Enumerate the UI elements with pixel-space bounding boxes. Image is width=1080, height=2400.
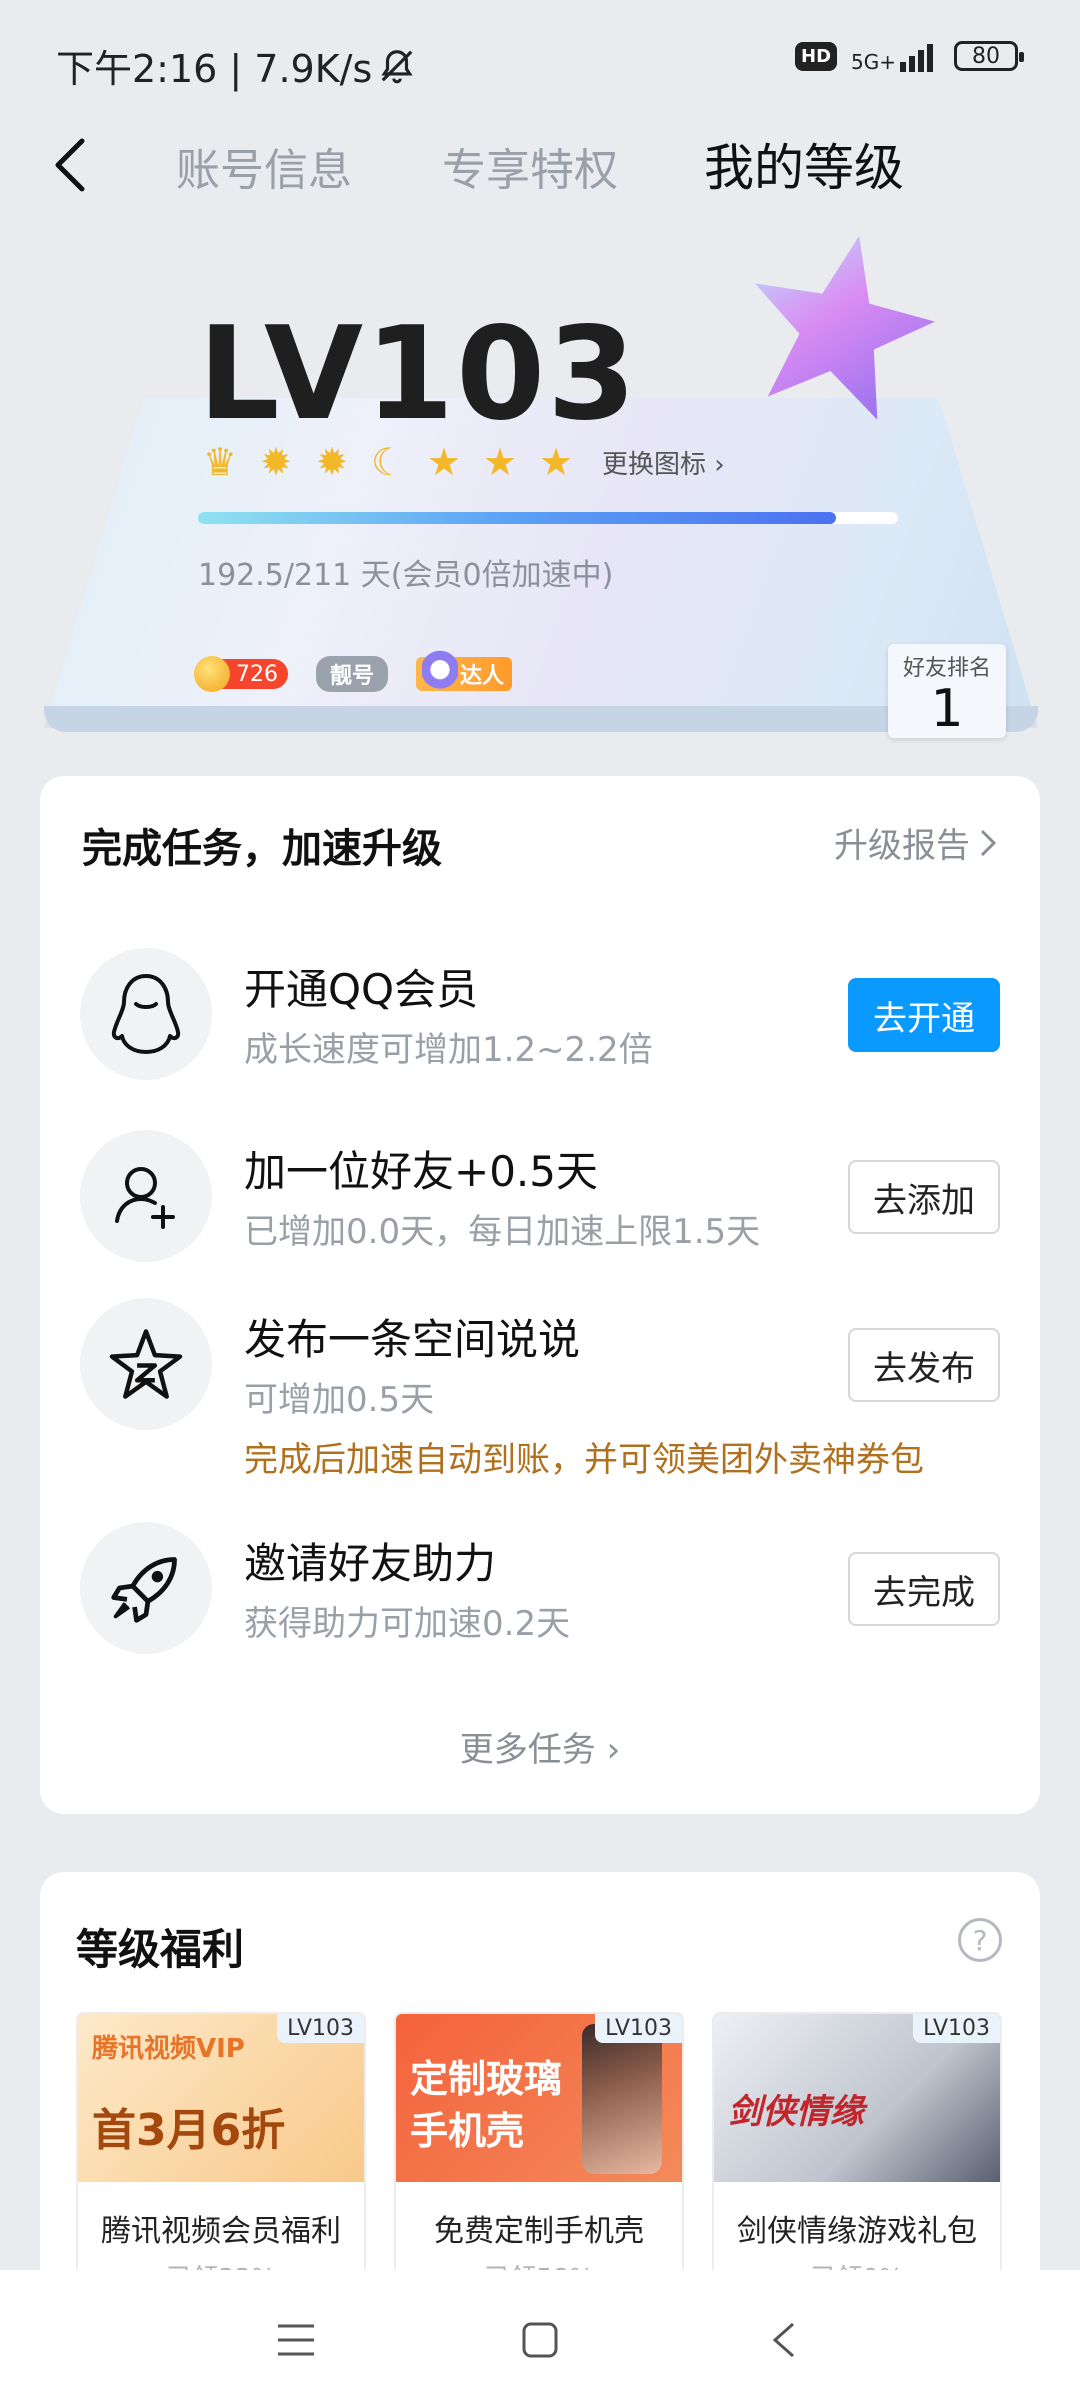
benefit-level-tag: LV103 bbox=[277, 2014, 364, 2043]
friend-rank-box[interactable]: 好友排名 1 bbox=[888, 644, 1006, 738]
task-icon bbox=[80, 1522, 212, 1654]
task-title: 邀请好友助力 bbox=[244, 1539, 497, 1588]
task-item: 开通QQ会员 成长速度可增加1.2~2.2倍 去开通 bbox=[80, 948, 1000, 1088]
upgrade-report-label: 升级报告 bbox=[834, 826, 970, 866]
task-subtitle: 可增加0.5天 bbox=[244, 1380, 435, 1420]
chevron-left-icon bbox=[55, 138, 85, 192]
menu-icon bbox=[278, 2324, 314, 2356]
coin-badge[interactable]: 726 bbox=[194, 656, 288, 692]
task-title: 开通QQ会员 bbox=[244, 965, 479, 1014]
task-item: 发布一条空间说说 可增加0.5天 完成后加速自动到账，并可领美团外卖神券包 去发… bbox=[80, 1298, 1000, 1498]
benefit-image-line2: 首3月6折 bbox=[92, 2105, 286, 2156]
benefit-item[interactable]: 剑侠情缘 LV103 剑侠情缘游戏礼包 已领0% bbox=[712, 2012, 1002, 2292]
task-item: 加一位好友+0.5天 已增加0.0天，每日加速上限1.5天 去添加 bbox=[80, 1130, 1000, 1270]
level-progress-text: 192.5/211 天(会员0倍加速中) bbox=[198, 558, 614, 593]
status-bar: 下午2:16 | 7.9K/s HD 5G+ 80 bbox=[0, 0, 1080, 120]
benefit-image: 定制玻璃 手机壳 LV103 bbox=[396, 2014, 682, 2182]
moon-icon: ☾ bbox=[370, 440, 406, 484]
upgrade-report-link[interactable]: 升级报告 bbox=[834, 818, 998, 867]
signal-icon bbox=[900, 44, 933, 72]
back-triangle-icon bbox=[772, 2322, 794, 2358]
task-icon bbox=[80, 1298, 212, 1430]
task-subtitle: 获得助力可加速0.2天 bbox=[244, 1604, 571, 1644]
star-outline-icon bbox=[109, 1329, 183, 1399]
change-icon-link[interactable]: 更换图标 › bbox=[602, 444, 725, 481]
status-time: 下午2:16 | 7.9K/s bbox=[56, 38, 416, 93]
post-moment-button[interactable]: 去发布 bbox=[848, 1328, 1000, 1402]
home-square-icon bbox=[522, 2322, 558, 2358]
penguin-icon bbox=[111, 974, 181, 1054]
liang-badge[interactable]: 靓号 bbox=[316, 656, 389, 692]
task-icon bbox=[80, 1130, 212, 1262]
level-progress-bar bbox=[198, 512, 898, 524]
more-tasks-link[interactable]: 更多任务 › bbox=[40, 1722, 1040, 1771]
tab-my-level[interactable]: 我的等级 bbox=[704, 128, 904, 200]
rank-label: 好友排名 bbox=[902, 656, 991, 681]
benefit-image: 剑侠情缘 LV103 bbox=[714, 2014, 1000, 2182]
task-promo-text: 完成后加速自动到账，并可领美团外卖神券包 bbox=[244, 1440, 924, 1480]
rocket-icon bbox=[111, 1557, 177, 1623]
benefit-level-tag: LV103 bbox=[913, 2014, 1000, 2043]
hd-badge: HD bbox=[795, 41, 838, 71]
level-icons-row: ♛ ✹ ✹ ☾ ★ ★ ★ 更换图标 › bbox=[198, 440, 725, 484]
invite-friend-button[interactable]: 去完成 bbox=[848, 1552, 1000, 1626]
task-subtitle: 已增加0.0天，每日加速上限1.5天 bbox=[244, 1212, 761, 1252]
rank-value: 1 bbox=[930, 679, 964, 739]
signal-indicator: 5G+ bbox=[851, 40, 940, 72]
benefit-image-line1: 腾讯视频VIP bbox=[92, 2034, 245, 2064]
network-type: 5G+ bbox=[851, 50, 896, 74]
benefits-title: 等级福利 bbox=[76, 1925, 245, 1974]
tab-privileges[interactable]: 专享特权 bbox=[442, 134, 618, 198]
chevron-right-icon bbox=[980, 829, 997, 856]
status-indicators: HD 5G+ 80 bbox=[795, 40, 1024, 72]
coin-icon bbox=[194, 656, 230, 692]
tasks-title: 完成任务，加速升级 bbox=[82, 826, 442, 872]
task-icon bbox=[80, 948, 212, 1080]
question-circle-icon[interactable]: ? bbox=[958, 1918, 1002, 1962]
daren-badge[interactable]: 达人 bbox=[416, 649, 513, 695]
star-icon: ★ bbox=[538, 440, 574, 484]
tasks-card: 完成任务，加速升级 升级报告 开通QQ会员 成长速度可增加1.2~2.2倍 去开… bbox=[40, 776, 1040, 1814]
crown-icon: ♛ bbox=[202, 440, 238, 484]
benefit-item[interactable]: 腾讯视频VIP 首3月6折 LV103 腾讯视频会员福利 已领33% bbox=[76, 2012, 366, 2292]
top-nav: 账号信息 专享特权 我的等级 bbox=[0, 120, 1080, 210]
task-subtitle: 成长速度可增加1.2~2.2倍 bbox=[244, 1030, 653, 1070]
add-friend-button[interactable]: 去添加 bbox=[848, 1160, 1000, 1234]
benefit-name: 腾讯视频会员福利 bbox=[101, 2214, 341, 2249]
benefit-name: 免费定制手机壳 bbox=[434, 2214, 644, 2249]
battery-level: 80 bbox=[972, 43, 1000, 69]
benefit-item[interactable]: 定制玻璃 手机壳 LV103 免费定制手机壳 已领58% bbox=[394, 2012, 684, 2292]
battery-indicator: 80 bbox=[954, 41, 1024, 71]
task-item: 邀请好友助力 获得助力可加速0.2天 去完成 bbox=[80, 1522, 1000, 1662]
level-title: LV103 bbox=[198, 300, 639, 449]
back-button[interactable] bbox=[40, 130, 100, 200]
home-button[interactable] bbox=[510, 2310, 570, 2370]
benefit-image: 腾讯视频VIP 首3月6折 LV103 bbox=[78, 2014, 364, 2182]
benefit-image-line2: 手机壳 bbox=[410, 2109, 525, 2153]
sun-icon: ✹ bbox=[316, 440, 348, 484]
bell-off-icon bbox=[381, 49, 413, 83]
task-title: 发布一条空间说说 bbox=[244, 1315, 581, 1364]
star-icon: ★ bbox=[426, 440, 462, 484]
benefit-level-tag: LV103 bbox=[595, 2014, 682, 2043]
coin-count: 726 bbox=[236, 661, 278, 687]
menu-button[interactable] bbox=[266, 2310, 326, 2370]
star-icon: ★ bbox=[482, 440, 518, 484]
benefits-card: 等级福利 ? 腾讯视频VIP 首3月6折 LV103 腾讯视频会员福利 已领33… bbox=[40, 1872, 1040, 2292]
task-title: 加一位好友+0.5天 bbox=[244, 1147, 598, 1196]
benefit-image-line1: 剑侠情缘 bbox=[728, 2092, 864, 2132]
benefit-name: 剑侠情缘游戏礼包 bbox=[737, 2214, 977, 2249]
add-friend-icon bbox=[115, 1167, 175, 1229]
phone-case-image bbox=[582, 2024, 662, 2174]
star-decoration-icon bbox=[755, 236, 935, 420]
badge-row: 726 靓号 达人 bbox=[194, 649, 513, 695]
sun-icon: ✹ bbox=[260, 440, 292, 484]
open-vip-button[interactable]: 去开通 bbox=[848, 978, 1000, 1052]
tab-account-info[interactable]: 账号信息 bbox=[176, 134, 352, 198]
status-time-text: 下午2:16 | 7.9K/s bbox=[56, 47, 373, 91]
system-nav-bar bbox=[0, 2270, 1080, 2400]
level-progress-fill bbox=[198, 512, 837, 524]
system-back-button[interactable] bbox=[754, 2310, 814, 2370]
benefit-image-line1: 定制玻璃 bbox=[410, 2057, 563, 2101]
